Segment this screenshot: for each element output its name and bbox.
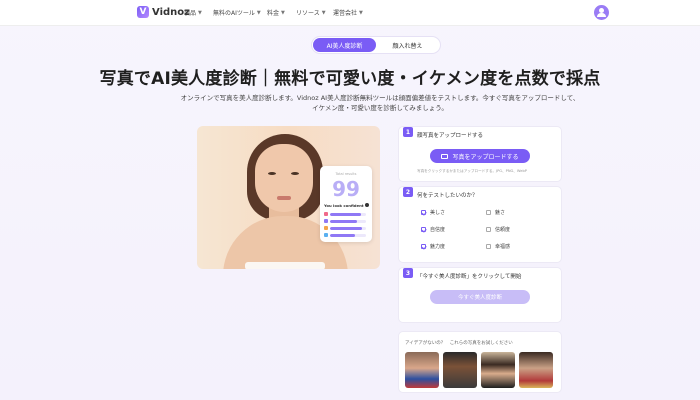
score-bar-icon — [324, 226, 328, 230]
sample-photo-3[interactable] — [481, 352, 515, 388]
score-bar-row — [324, 226, 366, 230]
checkbox[interactable] — [421, 227, 426, 232]
checkbox[interactable] — [486, 227, 491, 232]
sample-photos-card: アイデアがないの？ これらの写真をお試しください — [398, 331, 562, 393]
page-subtitle: オンラインで写真を美人度診断します。Vidnoz AI美人度診断無料ツールは顔面… — [180, 94, 580, 112]
option-confidence[interactable]: 自信度 — [421, 226, 445, 233]
chevron-down-icon: ▼ — [256, 9, 261, 16]
score-bar-icon — [324, 233, 328, 237]
tab-face-swap[interactable]: 顔入れ替え — [376, 38, 439, 52]
chevron-down-icon: ▼ — [321, 9, 326, 16]
portrait-face — [255, 144, 313, 212]
score-bar-track — [330, 219, 366, 223]
upload-photo-label: 写真をアップロードする — [452, 153, 519, 161]
sample-photos-title: アイデアがないの？ これらの写真をお試しください — [405, 341, 513, 346]
portrait-top — [245, 262, 325, 269]
score-bar-fill — [330, 226, 363, 230]
score-dot-icon — [365, 203, 369, 207]
option-label: 信頼度 — [495, 227, 511, 233]
portrait-eye — [291, 172, 299, 175]
step-3-title: 「今すぐ美人度診断」をクリックして開始 — [417, 274, 522, 280]
option-label: 幸福感 — [495, 244, 511, 250]
tab-ai-beauty-test[interactable]: AI美人度診断 — [313, 38, 376, 52]
score-label: Total results — [335, 172, 357, 176]
top-navbar: V Vidnoz 製品 ▼ 無料のAIツール ▼ 料金 ▼ リソース ▼ 運営会社 ▼ — [0, 0, 700, 26]
tool-tabs: AI美人度診断 顔入れ替え — [311, 36, 441, 54]
checkbox[interactable] — [421, 244, 426, 249]
step-1-card: 1 顔写真をアップロードする 写真をアップロードする 写真をクリックするかまたは… — [398, 126, 562, 182]
upload-photo-button[interactable]: 写真をアップロードする — [430, 149, 530, 163]
score-bar-track — [330, 212, 366, 216]
step-number-badge: 3 — [403, 268, 413, 278]
logo-mark-icon: V — [137, 6, 149, 18]
sample-photo-4[interactable] — [519, 352, 553, 388]
nav-item-label: 製品 — [184, 10, 197, 17]
option-beauty[interactable]: 美しさ — [421, 209, 445, 216]
score-bar-fill — [330, 219, 357, 223]
page-title: 写真でAI美人度診断｜無料で可愛い度・イケメン度を点数で採点 — [99, 69, 601, 89]
nav-item-products[interactable]: 製品 ▼ — [184, 8, 202, 18]
step-2-card: 2 何をテストしたいのか？ 美しさ 魅さ 自信度 信頼度 魅力度 幸福感 — [398, 186, 562, 263]
step-2-title: 何をテストしたいのか？ — [417, 193, 478, 199]
score-tag: You look confident — [324, 203, 364, 208]
portrait-lips — [277, 196, 291, 200]
score-bar-row — [324, 233, 366, 237]
option-label: 美しさ — [430, 210, 446, 216]
score-bar-fill — [330, 212, 361, 216]
score-bar-row — [324, 212, 366, 216]
nav-item-company[interactable]: 運営会社 ▼ — [333, 8, 363, 18]
score-bar-row — [324, 219, 366, 223]
nav-item-label: 運営会社 — [333, 10, 358, 17]
sample-photo-2[interactable] — [443, 352, 477, 388]
nav-item-pricing[interactable]: 料金 ▼ — [267, 8, 285, 18]
step-1-title: 顔写真をアップロードする — [417, 133, 484, 139]
score-bar-track — [330, 233, 366, 237]
image-icon — [441, 153, 449, 159]
nav-item-label: リソース — [296, 10, 320, 17]
option-trust[interactable]: 信頼度 — [486, 226, 510, 233]
user-icon-body — [597, 13, 606, 17]
step-number-badge: 2 — [403, 187, 413, 197]
step-number-badge: 1 — [403, 127, 413, 137]
checkbox[interactable] — [421, 210, 426, 215]
option-label: 自信度 — [430, 227, 446, 233]
nav-item-label: 無料のAIツール — [213, 10, 255, 17]
portrait-eye — [268, 172, 276, 175]
score-bar-fill — [330, 233, 356, 237]
step-3-card: 3 「今すぐ美人度診断」をクリックして開始 今すぐ美人度診断 — [398, 267, 562, 323]
nav-item-resources[interactable]: リソース ▼ — [296, 8, 326, 18]
user-icon[interactable] — [594, 5, 609, 20]
option-label: 魅力度 — [430, 244, 446, 250]
sample-photo-1[interactable] — [405, 352, 439, 388]
option-attractiveness[interactable]: 魅力度 — [421, 243, 445, 250]
nav-item-free-ai-tools[interactable]: 無料のAIツール ▼ — [213, 8, 261, 18]
brand-logo[interactable]: V Vidnoz — [137, 6, 190, 18]
score-value: 99 — [332, 177, 360, 201]
chevron-down-icon: ▼ — [359, 9, 363, 16]
score-bar-icon — [324, 212, 328, 216]
chevron-down-icon: ▼ — [281, 9, 285, 16]
checkbox[interactable] — [486, 210, 491, 215]
option-charm[interactable]: 魅さ — [486, 209, 505, 216]
score-bar-icon — [324, 219, 328, 223]
score-card: Total results 99 You look confident — [320, 166, 372, 242]
option-label: 魅さ — [495, 210, 506, 216]
option-happiness[interactable]: 幸福感 — [486, 243, 510, 250]
chevron-down-icon: ▼ — [198, 9, 202, 16]
checkbox[interactable] — [486, 244, 491, 249]
upload-hint: 写真をクリックするかまたはアップロードする。JPG、PNG、WebP — [417, 169, 527, 173]
score-bar-track — [330, 226, 366, 230]
start-test-button[interactable]: 今すぐ美人度診断 — [430, 290, 530, 304]
nav-item-label: 料金 — [267, 10, 280, 17]
